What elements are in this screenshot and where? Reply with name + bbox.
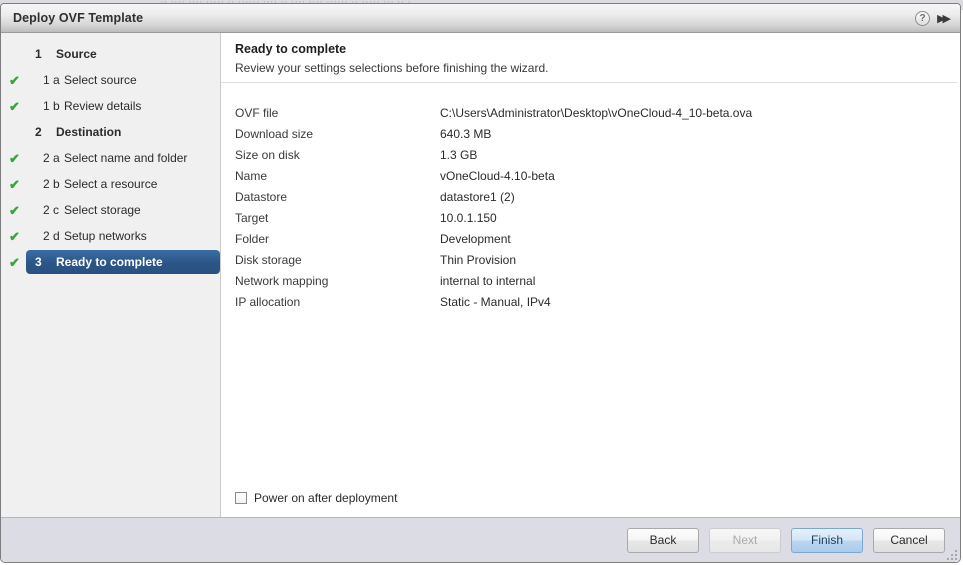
- summary-label: Download size: [235, 126, 314, 141]
- sidebar-item-label: 1 a Select source: [43, 73, 137, 87]
- sidebar-item-ready-to-complete[interactable]: ✔ 3 Ready to complete: [1, 249, 220, 275]
- sidebar-item-text: Ready to complete: [56, 255, 163, 269]
- summary-row-network-mapping: Network mapping internal to internal: [235, 270, 960, 291]
- sidebar-item-review-details[interactable]: ✔ 1 b Review details: [1, 93, 220, 119]
- check-icon: ✔: [9, 98, 20, 114]
- check-icon: ✔: [9, 202, 20, 218]
- sidebar-item-text: Select a resource: [64, 177, 158, 191]
- summary-row-name: Name vOneCloud-4.10-beta: [235, 165, 960, 186]
- sidebar-item-label: 2 Destination: [35, 125, 121, 139]
- summary-value: datastore1 (2): [440, 189, 515, 204]
- sidebar-item-number: 2 d: [43, 229, 60, 243]
- sidebar-item-label: 2 d Setup networks: [43, 229, 147, 243]
- sidebar-item-number: 2 a: [43, 151, 60, 165]
- sidebar-item-select-storage[interactable]: ✔ 2 c Select storage: [1, 197, 220, 223]
- sidebar-item-number: 1 a: [43, 73, 60, 87]
- summary-value: C:\Users\Administrator\Desktop\vOneCloud…: [440, 105, 753, 120]
- sidebar-item-label: 2 b Select a resource: [43, 177, 157, 191]
- check-icon: ✔: [9, 150, 20, 166]
- summary-row-datastore: Datastore datastore1 (2): [235, 186, 960, 207]
- sidebar-item-select-a-resource[interactable]: ✔ 2 b Select a resource: [1, 171, 220, 197]
- summary-label: IP allocation: [235, 294, 301, 309]
- deploy-ovf-template-dialog: Deploy OVF Template ? ▶▶ ✔ 1 Source ✔ 1 a…: [0, 3, 961, 563]
- sidebar-item-text: Review details: [64, 99, 142, 113]
- sidebar-item-source[interactable]: ✔ 1Source: [1, 41, 220, 67]
- sidebar-item-number: 1 b: [43, 99, 60, 113]
- summary-value: Development: [440, 231, 511, 246]
- summary-label: Size on disk: [235, 147, 300, 162]
- summary-row-disk-storage: Disk storage Thin Provision: [235, 249, 960, 270]
- power-on-checkbox-label: Power on after deployment: [254, 491, 398, 505]
- sidebar-item-number: 2: [35, 125, 42, 139]
- page-subtitle: Review your settings selections before f…: [235, 61, 549, 75]
- titlebar-actions: ? ▶▶: [915, 10, 952, 26]
- sidebar-item-text: Select storage: [64, 203, 141, 217]
- summary-label: Target: [235, 210, 269, 225]
- sidebar-item-text: Setup networks: [64, 229, 147, 243]
- summary-value: 10.0.1.150: [440, 210, 497, 225]
- next-button: Next: [709, 527, 781, 553]
- sidebar-item-number: 2 b: [43, 177, 60, 191]
- content-header: Ready to complete Review your settings s…: [221, 33, 960, 82]
- summary-list: OVF file C:\Users\Administrator\Desktop\…: [221, 83, 960, 491]
- sidebar-item-label: 3 Ready to complete: [35, 255, 163, 269]
- sidebar-item-label: 1 b Review details: [43, 99, 141, 113]
- summary-label: Datastore: [235, 189, 288, 204]
- check-icon: ✔: [9, 176, 20, 192]
- summary-label: Name: [235, 168, 268, 183]
- help-circle-icon[interactable]: ?: [915, 10, 931, 26]
- summary-value: 640.3 MB: [440, 126, 492, 141]
- sidebar-item-number: 2 c: [43, 203, 60, 217]
- sidebar-item-number: 3: [35, 255, 42, 269]
- sidebar-item-text: Destination: [56, 125, 122, 139]
- sidebar-item-text: Select source: [64, 73, 137, 87]
- summary-row-folder: Folder Development: [235, 228, 960, 249]
- double-chevron-right-icon[interactable]: ▶▶: [937, 12, 952, 25]
- sidebar-item-select-name-and-folder[interactable]: ✔ 2 a Select name and folder: [1, 145, 220, 171]
- resize-grip-icon[interactable]: [945, 548, 957, 560]
- sidebar-item-label: 1 Source: [35, 47, 97, 61]
- dialog-titlebar: Deploy OVF Template ? ▶▶: [1, 4, 960, 33]
- summary-label: Disk storage: [235, 252, 302, 267]
- sidebar-item-label: 2 c Select storage: [43, 203, 141, 217]
- summary-value: 1.3 GB: [440, 147, 478, 162]
- summary-row-size-on-disk: Size on disk 1.3 GB: [235, 144, 960, 165]
- dialog-title: Deploy OVF Template: [13, 11, 144, 25]
- sidebar-item-text: Source: [56, 47, 97, 61]
- sidebar-item-destination[interactable]: ✔ 2Destination: [1, 119, 220, 145]
- sidebar-item-number: 1: [35, 47, 42, 61]
- page-title: Ready to complete: [235, 42, 347, 56]
- sidebar-item-select-source[interactable]: ✔ 1 a Select source: [1, 67, 220, 93]
- summary-row-target: Target 10.0.1.150: [235, 207, 960, 228]
- sidebar-item-text: Select name and folder: [64, 151, 188, 165]
- sidebar-item-setup-networks[interactable]: ✔ 2 d Setup networks: [1, 223, 220, 249]
- summary-value: internal to internal: [440, 273, 536, 288]
- summary-label: OVF file: [235, 105, 279, 120]
- summary-value: vOneCloud-4.10-beta: [440, 168, 555, 183]
- summary-value: Static - Manual, IPv4: [440, 294, 551, 309]
- dialog-footer: Back Next Finish Cancel: [1, 517, 960, 562]
- check-icon: ✔: [9, 228, 20, 244]
- finish-button[interactable]: Finish: [791, 527, 863, 553]
- summary-label: Folder: [235, 231, 270, 246]
- check-icon: ✔: [9, 254, 20, 270]
- summary-value: Thin Provision: [440, 252, 517, 267]
- cancel-button[interactable]: Cancel: [873, 527, 945, 553]
- wizard-step-sidebar: ✔ 1 Source ✔ 1 a Select source ✔ 1 b Review…: [1, 33, 221, 517]
- content-footer-options: Power on after deployment: [221, 491, 960, 517]
- checkbox-icon[interactable]: [235, 492, 247, 504]
- summary-row-download-size: Download size 640.3 MB: [235, 123, 960, 144]
- dialog-body: ✔ 1 Source ✔ 1 a Select source ✔ 1 b Review…: [1, 33, 960, 517]
- power-on-after-deployment-checkbox[interactable]: Power on after deployment: [235, 491, 960, 505]
- summary-label: Network mapping: [235, 273, 329, 288]
- back-button[interactable]: Back: [627, 527, 699, 553]
- check-icon: ✔: [9, 72, 20, 88]
- sidebar-item-label: 2 a Select name and folder: [43, 151, 187, 165]
- wizard-content-pane: Ready to complete Review your settings s…: [221, 33, 960, 517]
- summary-row-ip-allocation: IP allocation Static - Manual, IPv4: [235, 291, 960, 312]
- summary-row-ovf-file: OVF file C:\Users\Administrator\Desktop\…: [235, 102, 960, 123]
